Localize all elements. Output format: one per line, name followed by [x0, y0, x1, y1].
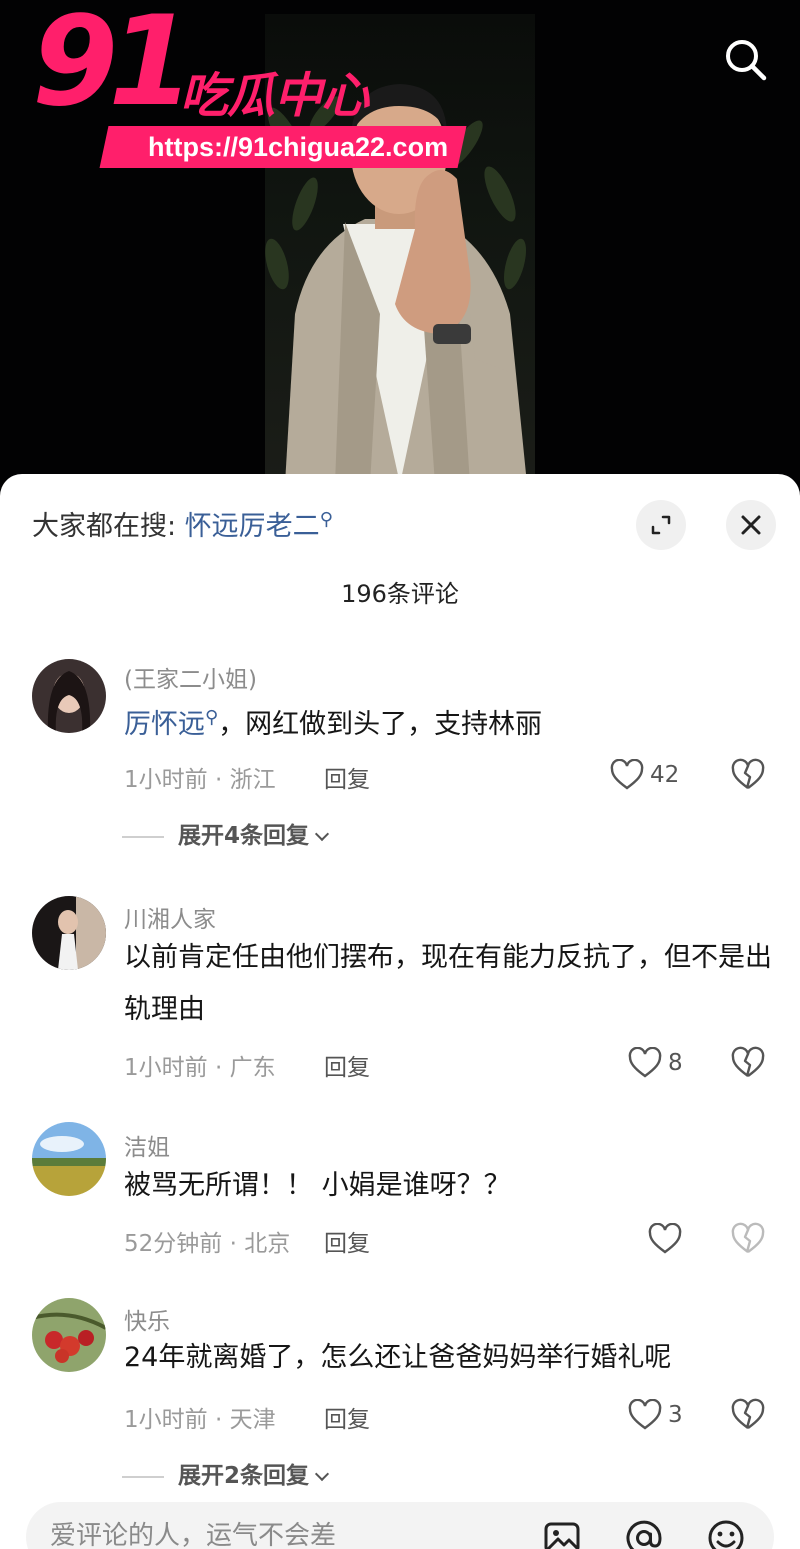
- comment-count: 196条评论: [341, 580, 459, 608]
- avatar-image: [32, 896, 106, 970]
- like-count: 3: [668, 1402, 683, 1428]
- avatar-image: [32, 1298, 106, 1372]
- comment-meta: 1小时前 · 浙江: [124, 767, 276, 793]
- reply-button[interactable]: 回复: [324, 760, 370, 794]
- like-count: 8: [668, 1050, 683, 1076]
- search-button[interactable]: [722, 36, 770, 84]
- trending-search[interactable]: 大家都在搜: 怀远厉老二⚲: [32, 504, 333, 543]
- broken-heart-icon: [731, 1222, 765, 1253]
- expand-replies-button[interactable]: 展开2条回复: [122, 1456, 330, 1490]
- comment-item: (王家二小姐) 厉怀远⚲，网红做到头了，支持林丽 1小时前 · 浙江 回复 42…: [0, 654, 800, 854]
- logo-number: 91: [32, 0, 195, 134]
- expand-replies-label: 展开2条回复: [178, 1463, 310, 1489]
- divider-line: [122, 835, 164, 838]
- dislike-button[interactable]: [730, 1222, 766, 1256]
- comment-text: 厉怀远⚲，网红做到头了，支持林丽: [124, 692, 774, 751]
- comment-item: 洁姐 被骂无所谓！！ 小娟是谁呀？？ 52分钟前 · 北京 回复: [0, 1122, 800, 1272]
- broken-heart-icon: [731, 1398, 765, 1429]
- comment-input[interactable]: [50, 1516, 510, 1549]
- reply-button[interactable]: 回复: [324, 1048, 370, 1082]
- comment-input-bar: [26, 1502, 774, 1549]
- expand-replies-label: 展开4条回复: [178, 823, 310, 849]
- comment-username[interactable]: 快乐: [124, 1302, 170, 1336]
- expand-icon: [651, 515, 671, 535]
- chevron-down-icon: [314, 1466, 330, 1482]
- image-button[interactable]: [542, 1518, 582, 1549]
- heart-icon: [648, 1223, 682, 1254]
- comment-username[interactable]: 洁姐: [124, 1128, 170, 1162]
- broken-heart-icon: [731, 1046, 765, 1077]
- search-icon: ⚲: [319, 509, 333, 530]
- expand-sheet-button[interactable]: [636, 500, 686, 550]
- video-player[interactable]: 91 吃瓜中心 https://91chigua22.com: [0, 0, 800, 500]
- comment-meta: 52分钟前 · 北京: [124, 1231, 291, 1257]
- comment-keyword-link[interactable]: 厉怀远: [124, 709, 205, 740]
- close-sheet-button[interactable]: [726, 500, 776, 550]
- search-icon: ⚲: [205, 707, 219, 728]
- at-sign-icon: [626, 1520, 662, 1549]
- like-button[interactable]: [648, 1222, 682, 1256]
- divider-line: [122, 1475, 164, 1478]
- avatar[interactable]: [32, 1122, 106, 1196]
- comment-item: 快乐 24年就离婚了，怎么还让爸爸妈妈举行婚礼呢 1小时前 · 天津 回复 3 …: [0, 1298, 800, 1498]
- trending-search-prefix: 大家都在搜:: [32, 511, 185, 542]
- reply-button[interactable]: 回复: [324, 1400, 370, 1434]
- smiley-icon: [708, 1520, 744, 1549]
- reply-button[interactable]: 回复: [324, 1224, 370, 1258]
- emoji-button[interactable]: [706, 1518, 746, 1549]
- broken-heart-icon: [731, 758, 765, 789]
- dislike-button[interactable]: [730, 1398, 766, 1432]
- comment-username[interactable]: (王家二小姐): [124, 660, 257, 694]
- comment-text: 以前肯定任由他们摆布，现在有能力反抗了，但不是出轨理由: [124, 942, 772, 1025]
- chevron-down-icon: [314, 826, 330, 842]
- image-icon: [544, 1522, 580, 1549]
- expand-replies-button[interactable]: 展开4条回复: [122, 816, 330, 850]
- heart-icon: [628, 1047, 662, 1078]
- like-button[interactable]: 3: [628, 1398, 683, 1432]
- comment-meta: 1小时前 · 广东: [124, 1055, 276, 1081]
- like-button[interactable]: 42: [610, 758, 679, 792]
- avatar[interactable]: [32, 1298, 106, 1372]
- avatar[interactable]: [32, 659, 106, 733]
- site-watermark-logo: 91 吃瓜中心 https://91chigua22.com: [32, 0, 467, 174]
- comment-meta: 1小时前 · 天津: [124, 1407, 276, 1433]
- comment-text: 24年就离婚了，怎么还让爸爸妈妈举行婚礼呢: [124, 1342, 672, 1373]
- mention-button[interactable]: [624, 1518, 664, 1549]
- comment-text-body: ，网红做到头了，支持林丽: [218, 709, 543, 740]
- logo-url: https://91chigua22.com: [99, 126, 467, 168]
- close-icon: [741, 515, 761, 535]
- like-button[interactable]: 8: [628, 1046, 683, 1080]
- trending-search-keyword[interactable]: 怀远厉老二: [185, 511, 320, 542]
- heart-icon: [610, 759, 644, 790]
- search-icon: [726, 40, 767, 81]
- comment-text: 被骂无所谓！！ 小娟是谁呀？？: [124, 1170, 511, 1201]
- avatar-image: [32, 1122, 106, 1196]
- dislike-button[interactable]: [730, 1046, 766, 1080]
- logo-url-text: https://91chigua22.com: [148, 132, 449, 162]
- avatar-image: [32, 659, 106, 733]
- comment-username[interactable]: 川湘人家: [124, 900, 216, 934]
- heart-icon: [628, 1399, 662, 1430]
- like-count: 42: [650, 762, 680, 788]
- dislike-button[interactable]: [730, 758, 766, 792]
- comment-sheet: 大家都在搜: 怀远厉老二⚲ 196条评论 (王家二小姐) 厉怀远⚲，网红做到头了…: [0, 474, 800, 1549]
- logo-name: 吃瓜中心: [180, 68, 369, 124]
- avatar[interactable]: [32, 896, 106, 970]
- comment-item: 川湘人家 以前肯定任由他们摆布，现在有能力反抗了，但不是出轨理由 1小时前 · …: [0, 894, 800, 1094]
